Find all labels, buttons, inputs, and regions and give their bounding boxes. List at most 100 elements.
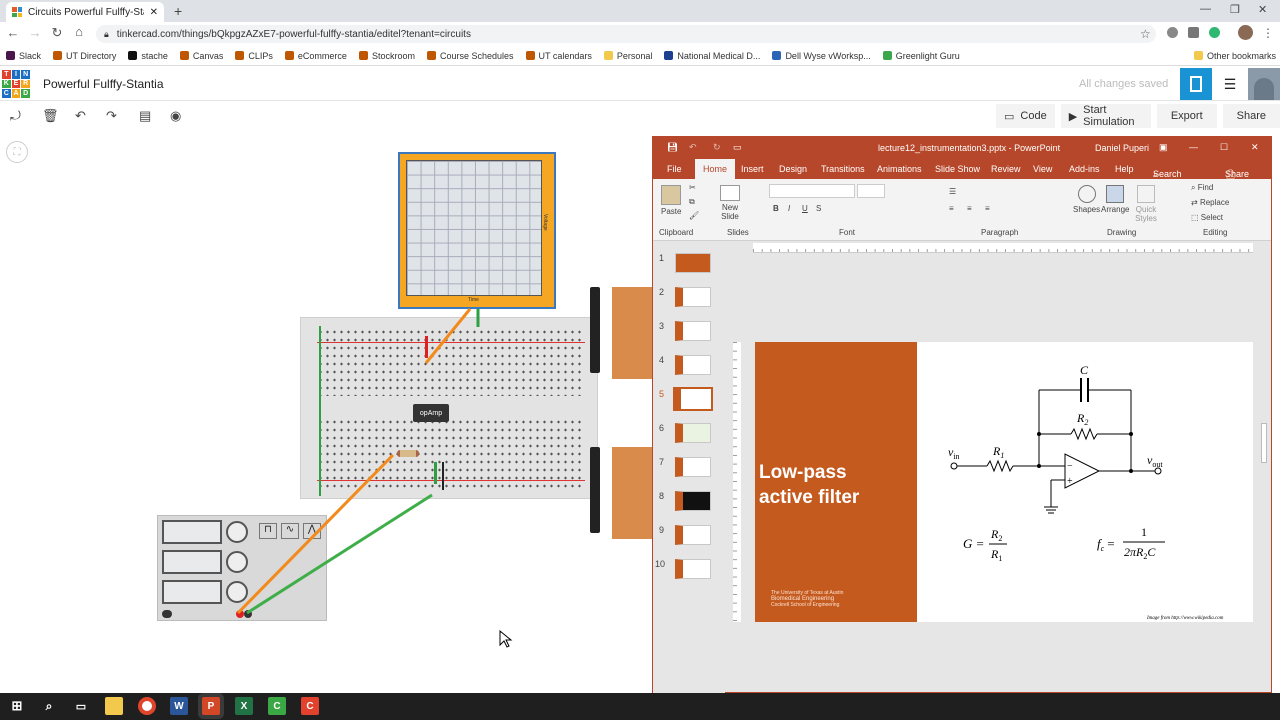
slide-thumbnail[interactable] <box>675 423 711 443</box>
bold-icon[interactable]: B <box>773 204 779 213</box>
align-center-icon[interactable]: ≡ <box>967 204 972 213</box>
visibility-icon[interactable]: ◉ <box>170 108 181 124</box>
chrome-icon[interactable] <box>138 697 156 715</box>
slide-thumbnail[interactable] <box>675 491 711 511</box>
maximize-icon[interactable]: ☐ <box>1220 142 1228 153</box>
user-avatar[interactable] <box>1248 68 1280 100</box>
close-tab-icon[interactable]: ✕ <box>150 7 158 18</box>
redo-icon[interactable]: ↷ <box>106 108 117 124</box>
forward-icon[interactable]: → <box>24 25 46 40</box>
extension-icon[interactable] <box>1167 27 1178 38</box>
recorder-icon[interactable]: C <box>301 697 319 715</box>
arrange-button[interactable]: Arrange <box>1101 185 1129 214</box>
tinkercad-logo[interactable]: T I N K E R C A D <box>2 70 30 98</box>
bookmark[interactable]: CLIPs <box>235 51 273 61</box>
tab-help[interactable]: Help <box>1115 164 1134 174</box>
undo-icon[interactable]: ↶ <box>75 108 86 124</box>
schematic-view-button[interactable]: ☰ <box>1214 68 1246 100</box>
shadow-icon[interactable]: S <box>816 204 821 213</box>
slide-thumbnail[interactable] <box>675 287 711 307</box>
search-icon[interactable]: ⌕ <box>40 697 58 715</box>
browser-tab[interactable]: Circuits Powerful Fulffy-Stantia | Tin ✕ <box>6 2 164 22</box>
paste-button[interactable]: Paste <box>661 185 681 216</box>
bookmark[interactable]: eCommerce <box>284 51 347 61</box>
circuit-view-button[interactable] <box>1180 68 1212 100</box>
url-bar[interactable]: 🔒︎ tinkercad.com/things/bQkpgzAZxE7-powe… <box>96 25 1156 43</box>
reload-icon[interactable]: ↻ <box>46 25 68 41</box>
font-size-select[interactable] <box>857 184 885 198</box>
circuit-workspace[interactable]: ⛶ Voltage Time opAmp ⊓ ∿ ⋀ <box>0 131 652 693</box>
minimize-icon[interactable]: — <box>1189 142 1198 152</box>
project-title[interactable]: Powerful Fulffy-Stantia <box>43 77 164 91</box>
find-button[interactable]: ⌕ Find <box>1191 183 1213 193</box>
new-slide-button[interactable]: New Slide <box>715 185 745 221</box>
bullets-icon[interactable]: ☰ <box>949 187 956 196</box>
task-view-icon[interactable]: ▭ <box>72 697 90 715</box>
bookmark[interactable]: stache <box>128 51 168 61</box>
notes-icon[interactable]: ▤ <box>139 108 151 124</box>
powerpoint-icon[interactable]: P <box>202 697 220 715</box>
bookmark[interactable]: Canvas <box>179 51 223 61</box>
close-window-icon[interactable]: ✕ <box>1258 3 1267 16</box>
home-icon[interactable]: ⌂ <box>68 24 90 39</box>
rotate-icon[interactable]: ⤾ <box>10 108 21 124</box>
cut-icon[interactable]: ✂ <box>689 183 696 192</box>
tab-view[interactable]: View <box>1033 164 1052 174</box>
vertical-scrollbar[interactable] <box>1259 243 1269 683</box>
present-icon[interactable]: ▭ <box>733 142 742 153</box>
slide-thumbnail[interactable] <box>675 559 711 579</box>
bookmark[interactable]: Dell Wyse vWorksp... <box>772 51 871 61</box>
underline-icon[interactable]: U <box>802 204 808 213</box>
bookmark[interactable]: UT calendars <box>525 51 592 61</box>
start-simulation-button[interactable]: ▶ Start Simulation <box>1060 104 1151 128</box>
export-button[interactable]: Export <box>1156 104 1217 128</box>
align-left-icon[interactable]: ≡ <box>949 204 954 213</box>
tab-design[interactable]: Design <box>779 164 807 174</box>
profile-avatar[interactable] <box>1238 25 1253 40</box>
camtasia-icon[interactable]: C <box>268 697 286 715</box>
bookmark[interactable]: Course Schedules <box>426 51 514 61</box>
tab-review[interactable]: Review <box>991 164 1021 174</box>
slide-thumbnail[interactable] <box>675 525 711 545</box>
slide-thumbnail-active[interactable] <box>673 387 713 411</box>
extension-icon[interactable] <box>1188 27 1199 38</box>
slide-title[interactable]: Low-pass active filter <box>759 460 909 510</box>
tab-file[interactable]: File <box>667 164 682 174</box>
slide-thumbnail[interactable] <box>675 321 711 341</box>
menu-kebab-icon[interactable]: ⋮ <box>1262 26 1274 40</box>
shapes-button[interactable]: Shapes <box>1073 185 1100 214</box>
undo-icon[interactable]: ↶ <box>689 142 697 153</box>
slide-thumbnail[interactable] <box>675 253 711 273</box>
excel-icon[interactable]: X <box>235 697 253 715</box>
copy-icon[interactable]: ⧉ <box>689 197 695 207</box>
bookmark[interactable]: Greenlight Guru <box>882 51 960 61</box>
scrollbar-thumb[interactable] <box>1261 423 1267 463</box>
grammarly-icon[interactable] <box>1209 27 1220 38</box>
slide-canvas[interactable]: Low-pass active filter The University of… <box>755 342 1253 622</box>
star-icon[interactable]: ☆ <box>1140 27 1151 41</box>
font-name-select[interactable] <box>769 184 855 198</box>
replace-button[interactable]: ⇄ Replace <box>1191 198 1229 207</box>
slide-thumbnail[interactable] <box>675 355 711 375</box>
share-button[interactable]: Share <box>1222 104 1280 128</box>
ribbon-display-icon[interactable]: ▣ <box>1159 142 1168 153</box>
code-button[interactable]: ▭ Code <box>996 104 1055 128</box>
slide-thumbnail[interactable] <box>675 457 711 477</box>
tab-slide-show[interactable]: Slide Show <box>935 164 980 174</box>
tab-add-ins[interactable]: Add-ins <box>1069 164 1100 174</box>
tab-home[interactable]: Home <box>695 159 736 179</box>
word-icon[interactable]: W <box>170 697 188 715</box>
repeat-icon[interactable]: ↻ <box>713 142 721 153</box>
minimize-icon[interactable]: — <box>1200 3 1211 15</box>
italic-icon[interactable]: I <box>788 204 790 213</box>
save-icon[interactable]: 💾︎ <box>667 142 678 153</box>
bookmark[interactable]: National Medical D... <box>664 51 760 61</box>
tab-transitions[interactable]: Transitions <box>821 164 865 174</box>
bookmark[interactable]: Personal <box>603 51 652 61</box>
bookmark[interactable]: UT Directory <box>53 51 116 61</box>
delete-icon[interactable]: 🗑︎ <box>42 108 59 124</box>
windows-start-icon[interactable]: ⊞ <box>8 697 26 715</box>
quick-styles-button[interactable]: Quick Styles <box>1131 185 1161 223</box>
bookmark[interactable]: Stockroom <box>358 51 415 61</box>
tab-animations[interactable]: Animations <box>877 164 922 174</box>
